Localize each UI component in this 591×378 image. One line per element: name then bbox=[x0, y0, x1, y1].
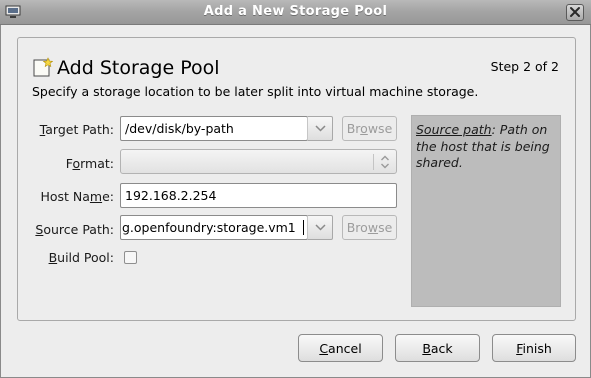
source-path-value: g.openfoundry:storage.vm1 bbox=[122, 220, 296, 235]
host-name-mnemonic: m bbox=[89, 189, 103, 204]
build-pool-checkbox[interactable] bbox=[124, 251, 137, 264]
text-cursor bbox=[303, 220, 304, 235]
target-path-label: Target Path: bbox=[39, 122, 114, 137]
build-pool-label: Build Pool: bbox=[48, 250, 114, 265]
up-down-arrows-icon bbox=[381, 155, 389, 169]
host-name-input[interactable]: 192.168.2.254 bbox=[120, 183, 397, 208]
source-path-dropdown-button[interactable] bbox=[307, 215, 333, 240]
chevron-down-icon bbox=[315, 224, 326, 231]
page-description: Specify a storage location to be later s… bbox=[32, 84, 479, 99]
chevron-down-icon bbox=[315, 125, 326, 132]
new-storage-pool-icon bbox=[33, 57, 53, 77]
help-term: Source path bbox=[416, 122, 492, 137]
format-label: Format: bbox=[65, 156, 114, 171]
close-icon bbox=[570, 7, 580, 17]
cancel-button[interactable]: Cancel bbox=[298, 334, 383, 362]
target-path-input[interactable]: /dev/disk/by-path bbox=[120, 116, 308, 141]
host-name-label: Host Name: bbox=[40, 189, 114, 204]
source-path-label: Source Path: bbox=[35, 222, 114, 237]
format-select[interactable] bbox=[120, 149, 397, 174]
step-indicator: Step 2 of 2 bbox=[490, 59, 559, 74]
window-title: Add a New Storage Pool bbox=[203, 4, 388, 19]
target-path-browse-button[interactable]: Browse bbox=[342, 116, 397, 141]
format-select-separator bbox=[373, 154, 374, 170]
source-path-browse-button[interactable]: Browse bbox=[342, 215, 397, 240]
page-heading: Add Storage Pool bbox=[57, 57, 220, 79]
dialog: Add Storage Pool Step 2 of 2 Specify a s… bbox=[0, 25, 591, 378]
help-panel: Source path: Path on the host that is be… bbox=[411, 115, 561, 307]
title-bar[interactable]: Add a New Storage Pool bbox=[0, 0, 591, 25]
source-path-input[interactable]: g.openfoundry:storage.vm1 bbox=[120, 215, 308, 240]
close-button[interactable] bbox=[566, 4, 584, 21]
back-button[interactable]: Back bbox=[395, 334, 480, 362]
format-mnemonic: o bbox=[72, 156, 81, 171]
finish-button[interactable]: Finish bbox=[492, 334, 576, 362]
build-pool-mnemonic: B bbox=[48, 250, 58, 265]
content-frame: Add Storage Pool Step 2 of 2 Specify a s… bbox=[17, 37, 576, 321]
target-path-dropdown-button[interactable] bbox=[307, 116, 333, 141]
